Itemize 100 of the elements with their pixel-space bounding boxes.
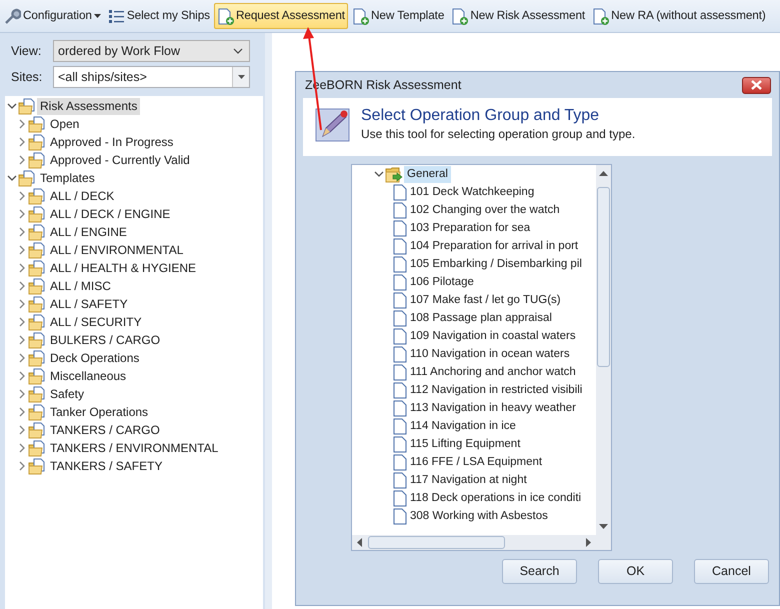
dialog-button[interactable]: OK bbox=[598, 559, 673, 584]
expand-icon[interactable] bbox=[17, 317, 27, 327]
toolbar-button[interactable]: New Template bbox=[348, 3, 448, 29]
field-label: Sites: bbox=[11, 68, 44, 86]
tree-item[interactable]: ALL / ENGINE bbox=[47, 224, 130, 240]
expand-icon[interactable] bbox=[17, 461, 27, 471]
document-icon bbox=[393, 346, 407, 362]
tree-item[interactable]: 117 Navigation at night bbox=[407, 472, 530, 488]
tree-item[interactable]: ALL / SECURITY bbox=[47, 314, 145, 330]
wrench-icon bbox=[4, 8, 21, 24]
toolbar-button[interactable]: Configuration bbox=[1, 3, 104, 29]
folder-icon bbox=[28, 404, 47, 420]
tree-item[interactable]: 113 Navigation in heavy weather bbox=[407, 400, 580, 416]
tree-item[interactable]: TANKERS / SAFETY bbox=[47, 458, 166, 474]
tree-item[interactable]: 111 Anchoring and anchor watch bbox=[407, 364, 579, 380]
document-icon bbox=[393, 328, 407, 344]
tree-item[interactable]: 118 Deck operations in ice conditi bbox=[407, 490, 584, 506]
dialog-button[interactable]: Cancel bbox=[694, 559, 769, 584]
tree-item[interactable]: 308 Working with Asbestos bbox=[407, 508, 551, 524]
folder-icon bbox=[28, 188, 47, 204]
tree-item[interactable]: General bbox=[404, 166, 451, 182]
tree-item[interactable]: 115 Lifting Equipment bbox=[407, 436, 524, 452]
tree-item[interactable]: 112 Navigation in restricted visibili bbox=[407, 382, 586, 398]
tree-item[interactable]: Miscellaneous bbox=[47, 368, 130, 384]
toolbar-button[interactable]: New RA (without assessment) bbox=[589, 3, 769, 29]
new-document-icon bbox=[451, 8, 468, 24]
collapse-icon[interactable] bbox=[7, 173, 17, 183]
tree-item[interactable]: Templates bbox=[37, 170, 98, 186]
folder-icon bbox=[28, 296, 47, 312]
expand-icon[interactable] bbox=[17, 119, 27, 129]
dialog-subtitle: Use this tool for selecting operation group and type. bbox=[361, 126, 636, 143]
tree-item[interactable]: Approved - Currently Valid bbox=[47, 152, 193, 168]
tree-item[interactable]: BULKERS / CARGO bbox=[47, 332, 164, 348]
folder-icon bbox=[28, 314, 47, 330]
tree-item[interactable]: ALL / HEALTH & HYGIENE bbox=[47, 260, 200, 276]
folder-icon bbox=[28, 368, 47, 384]
expand-icon[interactable] bbox=[17, 137, 27, 147]
tree-item[interactable]: Approved - In Progress bbox=[47, 134, 176, 150]
tree-item[interactable]: 110 Navigation in ocean waters bbox=[407, 346, 573, 362]
close-button[interactable] bbox=[742, 76, 771, 94]
expand-icon[interactable] bbox=[17, 407, 27, 417]
search-button[interactable]: Search bbox=[502, 559, 577, 584]
document-icon bbox=[393, 202, 407, 218]
tree-item[interactable]: ALL / DECK / ENGINE bbox=[47, 206, 174, 222]
expand-icon[interactable] bbox=[17, 155, 27, 165]
tree-item[interactable]: 107 Make fast / let go TUG(s) bbox=[407, 292, 564, 308]
expand-icon[interactable] bbox=[17, 263, 27, 273]
expand-icon[interactable] bbox=[17, 353, 27, 363]
tree-item[interactable]: ALL / MISC bbox=[47, 278, 114, 294]
document-icon bbox=[393, 220, 407, 236]
close-icon bbox=[751, 80, 762, 90]
folder-icon bbox=[28, 422, 47, 438]
tree-item[interactable]: 101 Deck Watchkeeping bbox=[407, 184, 538, 200]
expand-icon[interactable] bbox=[17, 209, 27, 219]
tree-item[interactable]: Safety bbox=[47, 386, 88, 402]
expand-icon[interactable] bbox=[17, 371, 27, 381]
chevron-icon bbox=[233, 48, 243, 54]
caret-icon bbox=[238, 75, 244, 79]
collapse-icon[interactable] bbox=[7, 101, 17, 111]
tree-item[interactable]: ALL / DECK bbox=[47, 188, 118, 204]
tree-item[interactable]: Open bbox=[47, 116, 82, 132]
tree-item[interactable]: 106 Pilotage bbox=[407, 274, 477, 290]
tree-item[interactable]: Risk Assessments bbox=[37, 98, 140, 114]
document-icon bbox=[393, 454, 407, 470]
document-icon bbox=[393, 310, 407, 326]
expand-icon[interactable] bbox=[17, 191, 27, 201]
tree-item[interactable]: 105 Embarking / Disembarking pil bbox=[407, 256, 585, 272]
horizontal-scrollbar[interactable] bbox=[352, 535, 611, 550]
collapse-icon[interactable] bbox=[374, 169, 384, 179]
expand-icon[interactable] bbox=[17, 227, 27, 237]
tree-item[interactable]: TANKERS / ENVIRONMENTAL bbox=[47, 440, 222, 456]
tree-item[interactable]: Tanker Operations bbox=[47, 404, 152, 420]
tree-item[interactable]: 116 FFE / LSA Equipment bbox=[407, 454, 546, 470]
view-dropdown[interactable]: ordered by Work Flow bbox=[53, 40, 250, 62]
expand-icon[interactable] bbox=[17, 245, 27, 255]
tree-item[interactable]: 103 Preparation for sea bbox=[407, 220, 534, 236]
folder-icon bbox=[28, 386, 47, 402]
toolbar-button[interactable]: Request Assessment bbox=[214, 3, 348, 29]
tree-item[interactable]: 108 Passage plan appraisal bbox=[407, 310, 555, 326]
tree-item[interactable]: 102 Changing over the watch bbox=[407, 202, 563, 218]
toolbar-button[interactable]: Select my Ships bbox=[104, 3, 213, 29]
tree-item[interactable]: 104 Preparation for arrival in port bbox=[407, 238, 582, 254]
folder-icon bbox=[385, 166, 404, 182]
tree-item[interactable]: Deck Operations bbox=[47, 350, 142, 366]
tree-item[interactable]: 114 Navigation in ice bbox=[407, 418, 519, 434]
expand-icon[interactable] bbox=[17, 281, 27, 291]
toolbar-button[interactable]: New Risk Assessment bbox=[448, 3, 588, 29]
expand-icon[interactable] bbox=[17, 425, 27, 435]
expand-icon[interactable] bbox=[17, 299, 27, 309]
sites-combobox[interactable]: <all ships/sites> bbox=[53, 66, 250, 88]
tree-item[interactable]: ALL / SAFETY bbox=[47, 296, 131, 312]
tree-item[interactable]: 109 Navigation in coastal waters bbox=[407, 328, 579, 344]
expand-icon[interactable] bbox=[17, 335, 27, 345]
field-label: View: bbox=[11, 42, 42, 60]
folder-icon bbox=[28, 116, 47, 132]
tree-item[interactable]: TANKERS / CARGO bbox=[47, 422, 163, 438]
vertical-scrollbar[interactable] bbox=[596, 165, 611, 535]
expand-icon[interactable] bbox=[17, 389, 27, 399]
expand-icon[interactable] bbox=[17, 443, 27, 453]
tree-item[interactable]: ALL / ENVIRONMENTAL bbox=[47, 242, 186, 258]
